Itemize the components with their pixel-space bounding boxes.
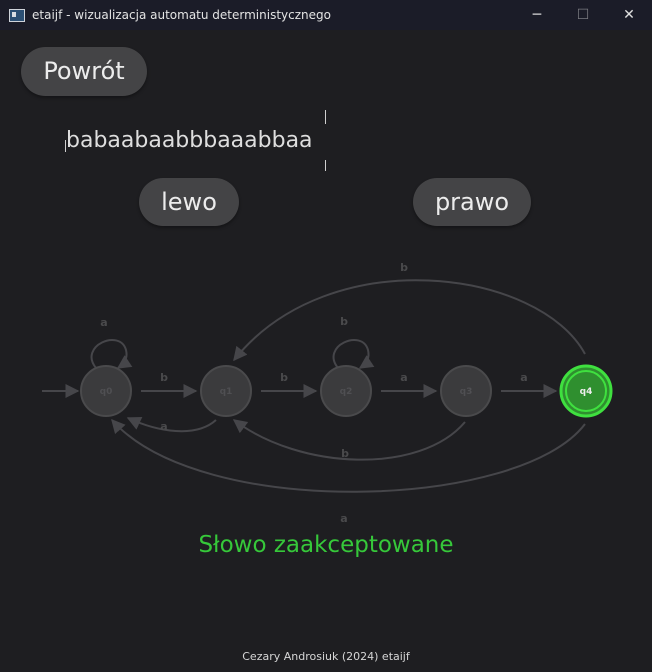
- state-q3-label: q3: [460, 387, 473, 397]
- label-q3-q4: a: [520, 371, 527, 384]
- state-q1-label: q1: [220, 387, 233, 397]
- label-q1-q2: b: [280, 371, 288, 384]
- result-message: Słowo zaakceptowane: [198, 532, 454, 558]
- state-q3: q3: [440, 365, 492, 417]
- label-q0-q1: b: [160, 371, 168, 384]
- state-q4-accepting: q4: [559, 364, 613, 418]
- window-title: etaijf - wizualizacja automatu determini…: [32, 8, 331, 22]
- input-word: babaabaabbbaaabbaa: [66, 128, 313, 153]
- edge-q0-q0: [90, 339, 133, 369]
- right-button[interactable]: prawo: [413, 178, 531, 226]
- automaton-diagram: a b a b b a b a b a q0 q1 q2 q3 q4: [42, 261, 613, 525]
- state-q4-label: q4: [580, 387, 593, 397]
- tape-cursor-top: [325, 110, 326, 124]
- edge-q4-q1: [233, 279, 586, 362]
- edge-q3-q1: [232, 419, 466, 461]
- state-q2-label: q2: [340, 387, 353, 397]
- back-button[interactable]: Powrót: [21, 47, 147, 96]
- edge-q2-q2: [332, 339, 375, 369]
- state-q0-label: q0: [100, 387, 113, 397]
- state-q0: q0: [80, 365, 132, 417]
- label-q3-q1: b: [341, 447, 349, 460]
- minimize-button[interactable]: ─: [514, 0, 560, 30]
- close-button[interactable]: ✕: [606, 0, 652, 30]
- maximize-button[interactable]: ☐: [560, 0, 606, 30]
- label-q2-q2: b: [340, 315, 348, 328]
- left-button[interactable]: lewo: [139, 178, 239, 226]
- title-bar: etaijf - wizualizacja automatu determini…: [0, 0, 652, 30]
- app-icon: [9, 9, 25, 22]
- state-q1: q1: [200, 365, 252, 417]
- label-q0-q0: a: [100, 316, 107, 329]
- tape-cursor-bottom: [325, 160, 326, 171]
- edge-q1-q0: [126, 416, 217, 433]
- state-q2: q2: [320, 365, 372, 417]
- label-q2-q3: a: [400, 371, 407, 384]
- label-q4-q1: b: [400, 261, 408, 274]
- label-q1-q0: a: [160, 420, 167, 433]
- footer-credit: Cezary Androsiuk (2024) etaijf: [242, 650, 410, 663]
- app-window: etaijf - wizualizacja automatu determini…: [0, 0, 652, 672]
- label-q4-q0: a: [340, 512, 347, 525]
